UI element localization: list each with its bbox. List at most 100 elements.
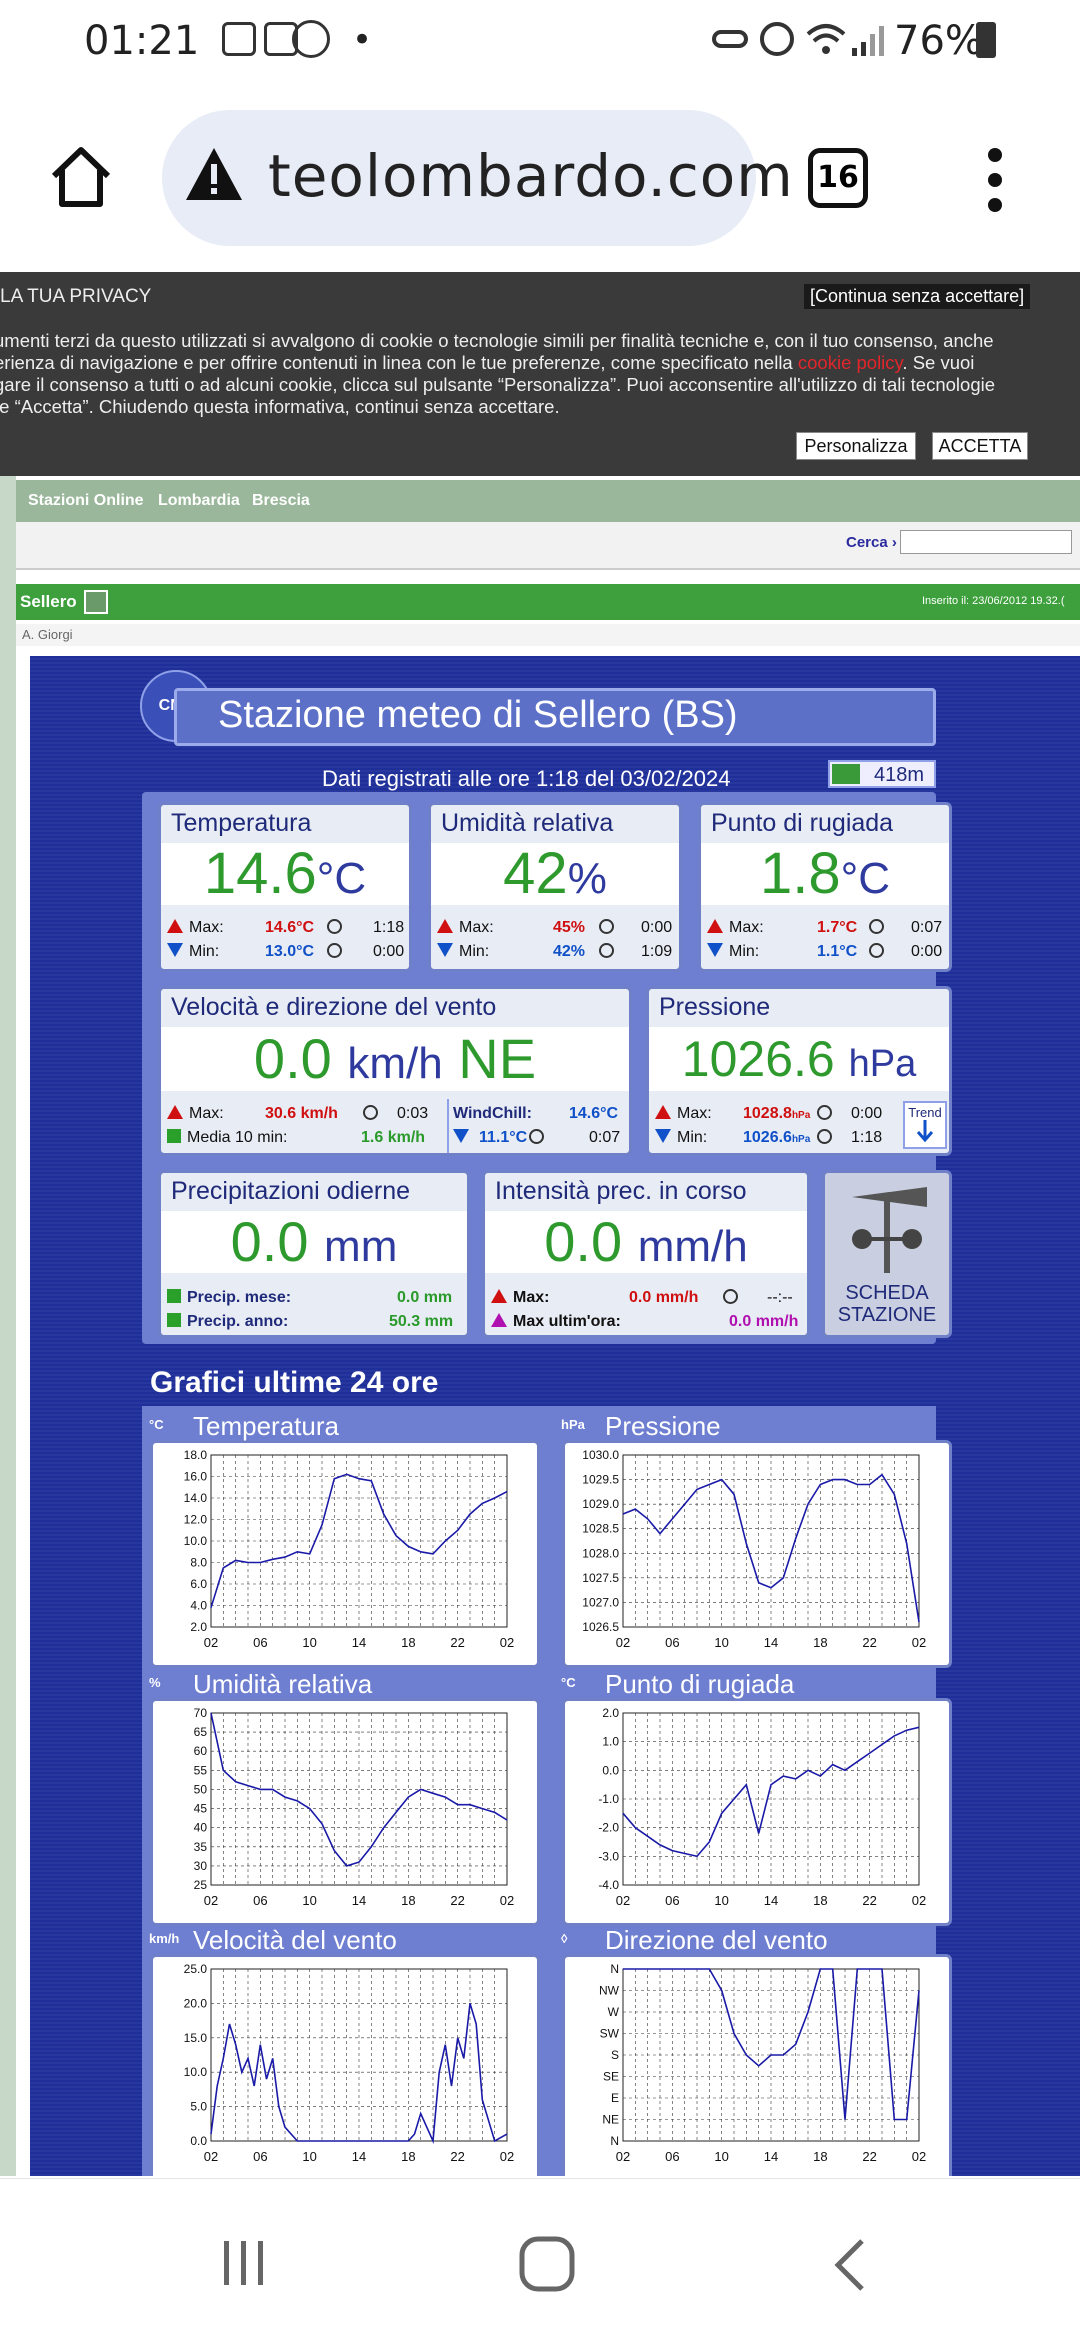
y-tick-label: 40 <box>194 1821 208 1835</box>
breadcrumb-item[interactable]: Stazioni Online <box>28 492 144 510</box>
max-label: Max: <box>459 919 494 936</box>
home-icon[interactable] <box>48 144 114 210</box>
clock-icon <box>327 943 342 958</box>
accept-button[interactable]: ACCETTA <box>932 432 1028 460</box>
rain-rate-max-time: --:-- <box>767 1289 793 1306</box>
y-tick-label: 1028.5 <box>582 1522 619 1536</box>
y-tick-label: 1029.5 <box>582 1473 619 1487</box>
chart-title: Umidità relativa <box>193 1669 373 1699</box>
rain-month: 0.0 mm <box>397 1289 453 1306</box>
x-tick-label: 02 <box>500 2149 514 2164</box>
alarm-icon <box>760 22 794 56</box>
personalize-button[interactable]: Personalizza <box>796 432 916 460</box>
humidity-value: 42% <box>431 843 679 905</box>
pressure-number: 1026.6 <box>681 1031 835 1087</box>
y-tick-label: 15.0 <box>184 2031 208 2045</box>
wind-speed-chart: 25.020.015.010.05.00.002 06 10 14 18 22 02 <box>184 1962 515 2164</box>
humidity-number: 42 <box>503 841 568 906</box>
wind-max: 30.6 km/h <box>265 1105 338 1122</box>
privacy-title: LA TUA PRIVACY <box>0 286 152 307</box>
x-tick-label: 10 <box>714 1893 728 1908</box>
wifi-icon <box>806 24 846 54</box>
anemometer-icon <box>852 1187 927 1273</box>
continue-without-accepting-link[interactable]: [Continua senza accettare] <box>804 284 1031 309</box>
x-tick-label: 06 <box>253 2149 267 2164</box>
y-tick-label: 65 <box>194 1725 208 1739</box>
rain-year: 50.3 mm <box>389 1313 454 1330</box>
y-tick-label: 4.0 <box>190 1599 207 1613</box>
x-tick-label: 02 <box>912 2149 926 2164</box>
y-tick-label: SW <box>600 2027 620 2041</box>
dewpoint-chart-panel: °C Punto di rugiada 2.0 1.0 0.0 -1.0 -2.0 -3.… <box>561 1669 952 1926</box>
x-tick-label: 06 <box>253 1635 267 1650</box>
recorded-time: Dati registrati alle ore 1:18 del 03/02/… <box>322 766 731 791</box>
station-sheet-line1: SCHEDA <box>845 1282 929 1304</box>
clock-icon <box>529 1129 544 1144</box>
y-tick-label: E <box>611 2091 619 2105</box>
y-tick-label: 18.0 <box>184 1448 208 1462</box>
home-button-icon[interactable] <box>518 2235 576 2293</box>
rain-rate-max-hour: 0.0 mm/h <box>729 1313 799 1330</box>
clock-icon <box>869 919 884 934</box>
privacy-text: umenti terzi da questo utilizzati si avv… <box>0 330 1034 418</box>
cookie-policy-link[interactable]: cookie policy <box>798 352 903 373</box>
search-input[interactable] <box>900 530 1072 554</box>
pressure-min: 1026.6 <box>743 1129 792 1146</box>
recent-apps-icon[interactable] <box>218 2237 270 2289</box>
chart-unit: °C <box>149 1417 164 1432</box>
wind-panel: Velocità e direzione del vento 0.0 km/h … <box>158 986 632 1156</box>
windchill-value: 14.6°C <box>569 1105 619 1122</box>
search-label: Cerca › <box>846 534 897 551</box>
temperature-value: 14.6°C <box>161 843 409 905</box>
back-icon[interactable] <box>830 2237 870 2293</box>
more-menu-icon[interactable] <box>988 148 1002 212</box>
x-tick-label: 22 <box>862 2149 876 2164</box>
y-tick-label: 8.0 <box>190 1556 207 1570</box>
rain-rate-panel: Intensità prec. in corso 0.0 mm/h Max: 0… <box>482 1170 810 1338</box>
max-icon <box>167 919 183 933</box>
temperature-max-time: 1:18 <box>373 919 405 936</box>
url-text[interactable]: teolombardo.com <box>268 142 794 210</box>
breadcrumb-item[interactable]: Brescia <box>252 492 310 510</box>
trend-button[interactable]: Trend <box>903 1101 947 1149</box>
tab-switcher-button[interactable]: 16 <box>808 148 868 208</box>
y-tick-label: 35 <box>194 1840 208 1854</box>
status-bar: 01:21 • 76% <box>0 0 1080 86</box>
temperature-number: 14.6 <box>203 841 317 906</box>
x-tick-label: 06 <box>253 1893 267 1908</box>
y-tick-label: W <box>608 2005 620 2019</box>
y-tick-label: 70 <box>194 1706 208 1720</box>
x-tick-label: 22 <box>862 1635 876 1650</box>
rain-unit: mm <box>324 1222 398 1271</box>
y-tick-label: 16.0 <box>184 1470 208 1484</box>
x-tick-label: 14 <box>764 1635 778 1650</box>
x-tick-label: 02 <box>912 1893 926 1908</box>
station-name: Sellero <box>20 592 77 611</box>
fullscreen-icon[interactable] <box>84 590 108 614</box>
breadcrumb-item[interactable]: Lombardia <box>158 492 240 510</box>
humidity-panel: Umidità relativa 42% Max: 45% 0:00 Min: … <box>428 802 682 972</box>
x-tick-label: 22 <box>450 1635 464 1650</box>
max-icon <box>491 1289 507 1303</box>
x-tick-label: 14 <box>764 1893 778 1908</box>
y-tick-label: 5.0 <box>190 2100 207 2114</box>
privacy-banner: LA TUA PRIVACY [Continua senza accettare… <box>0 272 1080 476</box>
max-hour-label: Max ultim'ora: <box>513 1313 621 1330</box>
y-tick-label: -1.0 <box>598 1792 619 1806</box>
y-tick-label: 60 <box>194 1744 208 1758</box>
y-tick-label: 0.0 <box>190 2134 207 2148</box>
y-tick-label: N <box>610 2134 619 2148</box>
y-tick-label: 30 <box>194 1859 208 1873</box>
notification-icon <box>222 22 256 56</box>
rain-panel: Precipitazioni odierne 0.0 mm Precip. me… <box>158 1170 470 1338</box>
max-label: Max: <box>513 1289 550 1306</box>
wind-avg: 1.6 km/h <box>361 1129 426 1146</box>
station-sheet-button[interactable]: SCHEDA STAZIONE <box>822 1170 952 1338</box>
x-tick-label: 14 <box>764 2149 778 2164</box>
min-label: Min: <box>189 943 220 960</box>
x-tick-label: 02 <box>500 1893 514 1908</box>
key-icon <box>712 30 748 48</box>
x-tick-label: 10 <box>302 2149 316 2164</box>
warning-icon[interactable] <box>184 146 244 202</box>
max-label: Max: <box>677 1105 712 1122</box>
